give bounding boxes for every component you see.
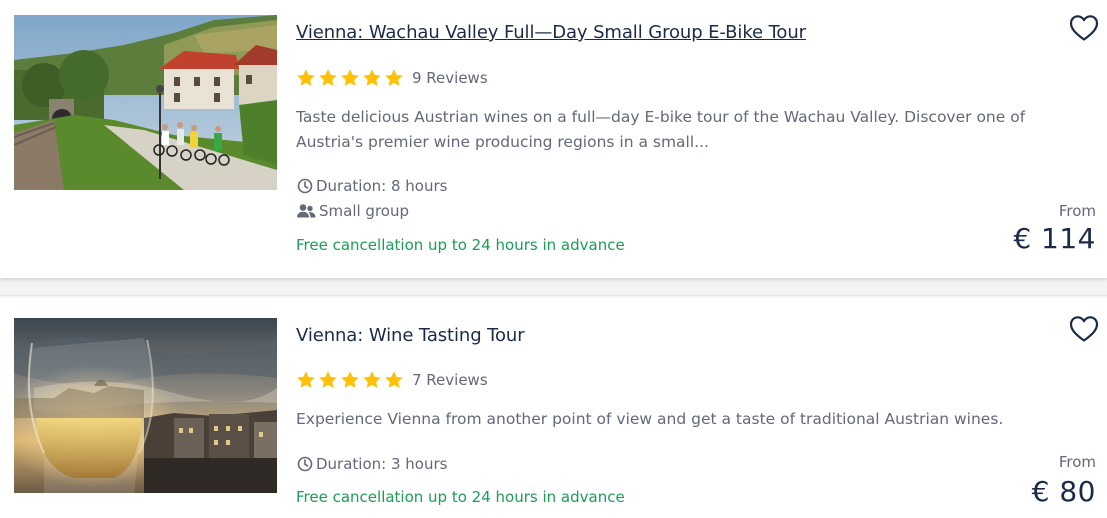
card-divider — [0, 295, 1107, 296]
activity-image[interactable] — [14, 15, 277, 190]
rating: 7 Reviews — [296, 369, 488, 391]
star-icon — [363, 371, 381, 388]
clock-icon — [297, 456, 313, 472]
activity-description: Experience Vienna from another point of … — [296, 407, 1056, 432]
wine-glass-city-photo — [14, 318, 277, 493]
star-icon — [385, 69, 403, 86]
free-cancellation-text: Free cancellation up to 24 hours in adva… — [296, 488, 625, 506]
activity-title-link[interactable]: Vienna: Wachau Valley Full—Day Small Gro… — [296, 22, 806, 43]
review-count: 9 Reviews — [412, 69, 488, 87]
star-icon — [363, 69, 381, 86]
star-icon — [341, 371, 359, 388]
star-rating — [296, 68, 404, 88]
star-icon — [341, 69, 359, 86]
star-icon — [385, 371, 403, 388]
price-value: € 114 — [1013, 222, 1096, 255]
heart-outline-icon[interactable] — [1069, 14, 1099, 42]
description-line: Austria's premier wine producing regions… — [296, 133, 709, 151]
star-rating — [296, 370, 404, 390]
price-value: € 80 — [1031, 475, 1096, 508]
duration-feature: Duration: 8 hours — [297, 176, 447, 196]
activity-card[interactable]: Vienna: Wachau Valley Full—Day Small Gro… — [0, 0, 1107, 278]
price-from-label: From — [1058, 202, 1096, 220]
group-icon — [297, 204, 316, 218]
vineyard-village-photo — [14, 15, 277, 190]
group-size-feature: Small group — [297, 201, 409, 221]
activity-image[interactable] — [14, 318, 277, 493]
clock-icon — [297, 178, 313, 194]
star-icon — [319, 371, 337, 388]
price-from-label: From — [1058, 453, 1096, 471]
activity-card[interactable]: Vienna: Wine Tasting Tour 7 Reviews Expe… — [0, 298, 1107, 518]
activity-description: Taste delicious Austrian wines on a full… — [296, 105, 1056, 155]
activity-title-link[interactable]: Vienna: Wine Tasting Tour — [296, 325, 525, 346]
duration-text: Duration: 3 hours — [316, 455, 448, 473]
description-line: Experience Vienna from another point of … — [296, 410, 1004, 428]
heart-outline-icon[interactable] — [1069, 315, 1099, 343]
star-icon — [319, 69, 337, 86]
review-count: 7 Reviews — [412, 371, 488, 389]
duration-feature: Duration: 3 hours — [297, 454, 447, 474]
group-text: Small group — [319, 202, 409, 220]
star-icon — [297, 69, 315, 86]
star-icon — [297, 371, 315, 388]
duration-text: Duration: 8 hours — [316, 177, 448, 195]
description-line: Taste delicious Austrian wines on a full… — [296, 108, 1026, 126]
rating: 9 Reviews — [296, 67, 488, 89]
free-cancellation-text: Free cancellation up to 24 hours in adva… — [296, 236, 625, 254]
